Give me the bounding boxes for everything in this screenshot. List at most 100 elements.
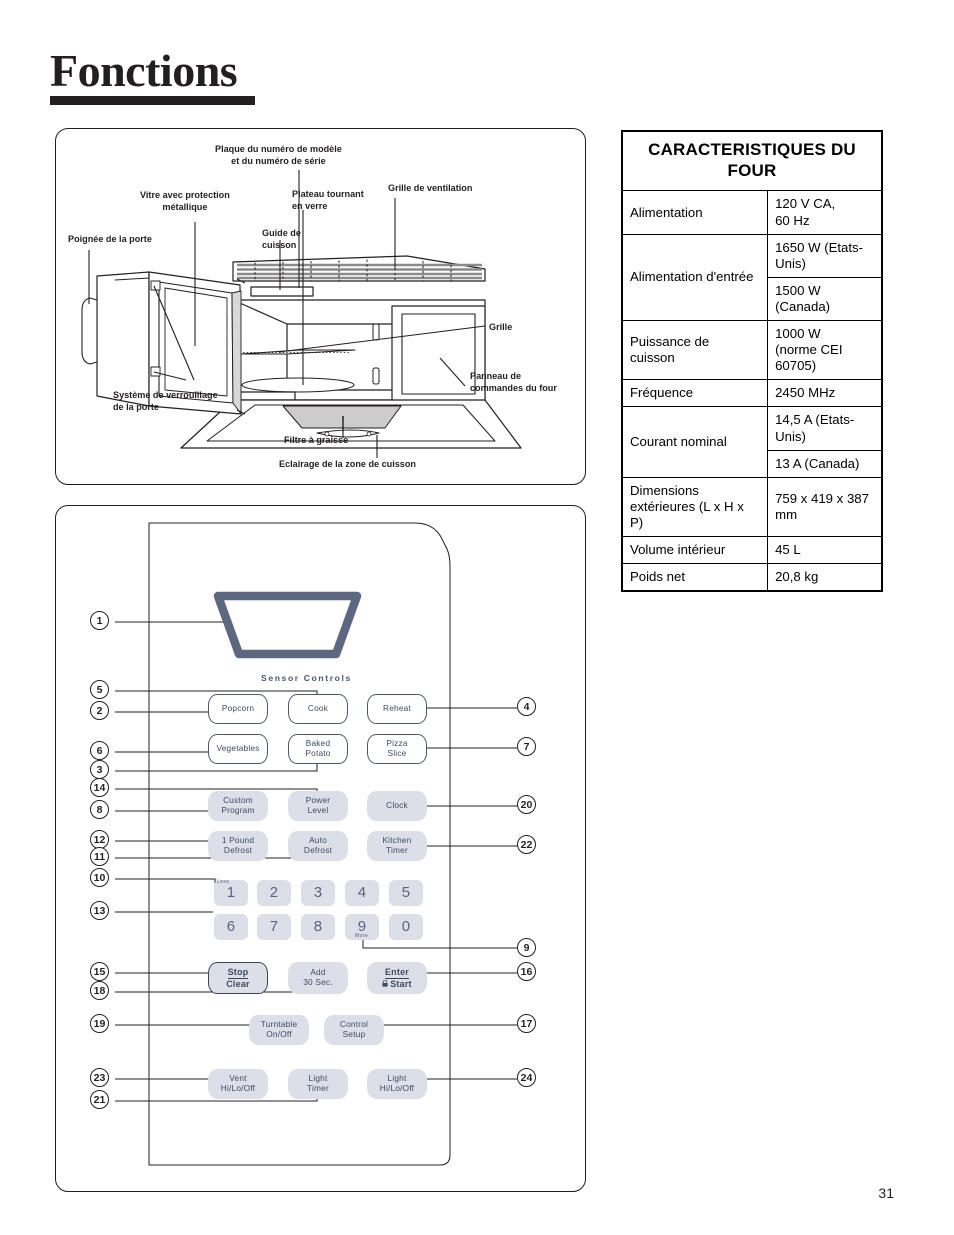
label-door-latch-system: Système de verrouillage de la porte — [113, 390, 218, 413]
button-add-30-sec[interactable]: Add 30 Sec. — [288, 962, 348, 994]
keypad-key-4[interactable]: 4 — [345, 880, 379, 906]
table-row: Alimentation 120 V CA, 60 Hz — [621, 190, 883, 235]
label-model-serial-plate: Plaque du numéro de modèle et du numéro … — [215, 144, 342, 167]
callout-13: 13 — [90, 901, 109, 920]
button-pizza-slice-label-2: Slice — [387, 748, 407, 758]
keypad-key-7-label: 7 — [269, 918, 279, 936]
callout-18: 18 — [90, 981, 109, 1000]
keypad-key-8-label: 8 — [313, 918, 323, 936]
button-control-setup-label-2: Setup — [342, 1029, 366, 1039]
button-auto-defrost[interactable]: Auto Defrost — [288, 831, 348, 861]
spec-value-volume-interieur: 45 L — [767, 535, 883, 565]
button-custom-program[interactable]: Custom Program — [208, 791, 268, 821]
button-pizza-slice[interactable]: Pizza Slice — [367, 734, 427, 764]
keypad-key-8[interactable]: 8 — [301, 914, 335, 940]
table-row: Alimentation d'entrée 1650 W (Etats-Unis… — [621, 233, 883, 322]
keypad-key-3[interactable]: 3 — [301, 880, 335, 906]
button-light-hi-lo-off-label-2: Hi/Lo/Off — [379, 1083, 415, 1093]
keypad-key-7[interactable]: 7 — [257, 914, 291, 940]
button-clock[interactable]: Clock — [367, 791, 427, 821]
keypad-key-4-label: 4 — [357, 884, 367, 902]
button-enter-start[interactable]: Enter Start — [367, 962, 427, 994]
button-stop-clear[interactable]: Stop Clear — [208, 962, 268, 994]
label-grease-filter: Filtre à graisse — [284, 435, 349, 445]
button-turntable-on-off[interactable]: Turntable On/Off — [249, 1015, 309, 1045]
spec-label-alimentation-entree: Alimentation d'entrée — [621, 233, 769, 322]
keypad-key-6[interactable]: 6 — [214, 914, 248, 940]
button-one-pound-defrost[interactable]: 1 Pound Defrost — [208, 831, 268, 861]
button-custom-program-label-2: Program — [221, 805, 255, 815]
keypad-key-0[interactable]: 0 — [389, 914, 423, 940]
spec-label-alimentation: Alimentation — [621, 190, 769, 235]
button-auto-defrost-label-2: Defrost — [303, 845, 333, 855]
keypad-less-label: Less — [217, 879, 230, 885]
button-turntable-label-2: On/Off — [266, 1029, 292, 1039]
spec-label-courant-nominal: Courant nominal — [621, 406, 769, 478]
page-number: 31 — [878, 1185, 894, 1201]
callout-9: 9 — [517, 938, 536, 957]
spec-value-courant-nominal-us: 14,5 A (Etats-Unis) — [767, 406, 883, 451]
button-power-level[interactable]: Power Level — [288, 791, 348, 821]
keypad-key-5[interactable]: 5 — [389, 880, 423, 906]
button-light-hi-lo-off[interactable]: Light Hi/Lo/Off — [367, 1069, 427, 1099]
page-title: Fonctions — [50, 45, 238, 96]
spec-value-alimentation-entree-ca: 1500 W (Canada) — [767, 276, 883, 322]
keypad-key-3-label: 3 — [313, 884, 323, 902]
spec-label-poids-net: Poids net — [621, 563, 769, 592]
keypad-key-5-label: 5 — [401, 884, 411, 902]
label-cooking-guide: Guide de cuisson — [262, 228, 301, 251]
button-kitchen-timer[interactable]: Kitchen Timer — [367, 831, 427, 861]
spec-label-puissance-cuisson: Puissance de cuisson — [621, 320, 769, 381]
spec-value-puissance-cuisson: 1000 W (norme CEI 60705) — [767, 320, 883, 381]
button-clear-label: Clear — [226, 978, 250, 989]
button-add-30-sec-label-2: 30 Sec. — [303, 977, 333, 987]
spec-value-frequence: 2450 MHz — [767, 379, 883, 408]
callout-6: 6 — [90, 741, 109, 760]
table-row: Dimensions extérieures (L x H x P) 759 x … — [621, 476, 883, 537]
button-vegetables[interactable]: Vegetables — [208, 734, 268, 764]
label-cooktop-light: Eclairage de la zone de cuisson — [279, 459, 416, 469]
button-cook[interactable]: Cook — [288, 694, 348, 724]
callout-5: 5 — [90, 680, 109, 699]
callout-15: 15 — [90, 962, 109, 981]
keypad-key-2[interactable]: 2 — [257, 880, 291, 906]
button-enter-label: Enter — [384, 966, 409, 979]
callout-1: 1 — [90, 611, 109, 630]
button-clock-label: Clock — [386, 800, 408, 811]
spec-value-alimentation: 120 V CA, 60 Hz — [767, 190, 883, 235]
button-stop-label: Stop — [227, 966, 249, 979]
oven-diagram-illustration — [81, 170, 522, 458]
button-kitchen-timer-label-2: Timer — [386, 845, 408, 855]
button-cook-label: Cook — [307, 703, 329, 714]
button-vent-label-2: Hi/Lo/Off — [220, 1083, 256, 1093]
button-control-setup[interactable]: Control Setup — [324, 1015, 384, 1045]
button-power-level-label-2: Level — [307, 805, 329, 815]
button-vent-hi-lo-off[interactable]: Vent Hi/Lo/Off — [208, 1069, 268, 1099]
button-reheat[interactable]: Reheat — [367, 694, 427, 724]
keypad-key-2-label: 2 — [269, 884, 279, 902]
label-vent-grille: Grille de ventilation — [388, 183, 473, 193]
spec-value-dimensions: 759 x 419 x 387 mm — [767, 476, 883, 537]
lock-icon — [382, 980, 388, 987]
callout-20: 20 — [517, 795, 536, 814]
label-oven-control-panel: Panneau de commandes du four — [470, 371, 557, 394]
button-baked-potato[interactable]: Baked Potato — [288, 734, 348, 764]
title-underline-rule — [50, 96, 255, 105]
callout-21: 21 — [90, 1090, 109, 1109]
callout-10: 10 — [90, 868, 109, 887]
button-light-timer-label-2: Timer — [307, 1083, 329, 1093]
label-rack: Grille — [489, 322, 513, 332]
button-vegetables-label: Vegetables — [216, 743, 260, 754]
table-row: Fréquence 2450 MHz — [621, 379, 883, 408]
button-popcorn[interactable]: Popcorn — [208, 694, 268, 724]
button-light-timer[interactable]: Light Timer — [288, 1069, 348, 1099]
spec-value-courant-nominal-ca: 13 A (Canada) — [767, 449, 883, 478]
spec-value-poids-net: 20,8 kg — [767, 563, 883, 592]
keypad-key-1-label: 1 — [226, 884, 236, 902]
keypad-more-label: More — [355, 933, 369, 939]
oven-specifications-table: CARACTERISTIQUES DU FOUR Alimentation 12… — [621, 130, 883, 593]
spec-label-frequence: Fréquence — [621, 379, 769, 408]
spec-label-volume-interieur: Volume intérieur — [621, 535, 769, 565]
callout-8: 8 — [90, 800, 109, 819]
button-start-label: Start — [390, 978, 412, 989]
